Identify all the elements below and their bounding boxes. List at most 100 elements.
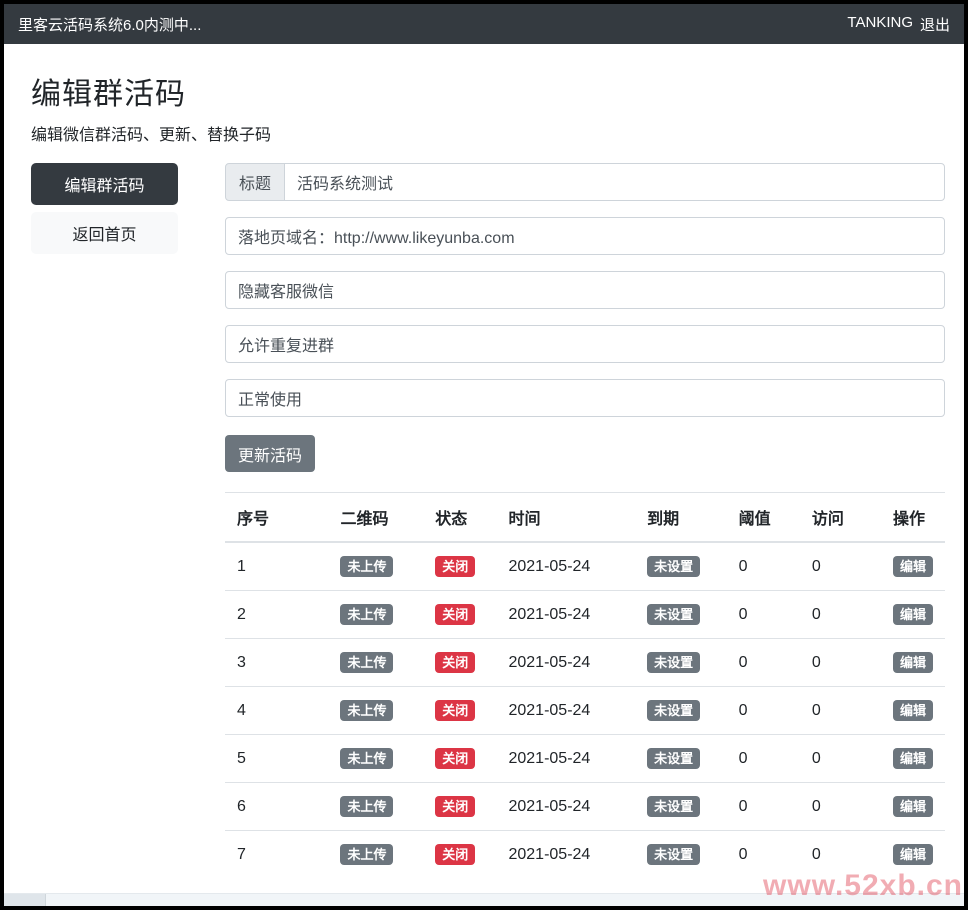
cell-actions: 编辑 bbox=[881, 783, 945, 831]
cell-threshold: 0 bbox=[727, 542, 800, 591]
cell-visits: 0 bbox=[800, 735, 881, 783]
cell-visits: 0 bbox=[800, 542, 881, 591]
cell-actions: 编辑 bbox=[881, 687, 945, 735]
cell-expire: 未设置 bbox=[635, 591, 726, 639]
sidebar-item-back-home[interactable]: 返回首页 bbox=[31, 212, 178, 254]
col-header-status: 状态 bbox=[423, 493, 496, 543]
watermark-text: www.52xb.cn bbox=[763, 869, 963, 903]
cell-expire: 未设置 bbox=[635, 831, 726, 879]
table-row: 3 未上传 关闭 2021-05-24 未设置 0 0 编辑 bbox=[225, 639, 945, 687]
status-badge: 关闭 bbox=[435, 556, 475, 577]
edit-button[interactable]: 编辑 bbox=[893, 748, 933, 769]
cell-seq: 1 bbox=[225, 542, 328, 591]
cell-time: 2021-05-24 bbox=[496, 542, 635, 591]
expire-badge: 未设置 bbox=[647, 844, 700, 865]
cell-time: 2021-05-24 bbox=[496, 639, 635, 687]
status-badge: 关闭 bbox=[435, 844, 475, 865]
col-header-threshold: 阈值 bbox=[727, 493, 800, 543]
edit-button[interactable]: 编辑 bbox=[893, 556, 933, 577]
table-row: 1 未上传 关闭 2021-05-24 未设置 0 0 编辑 bbox=[225, 542, 945, 591]
sidebar-item-edit-group-code[interactable]: 编辑群活码 bbox=[31, 163, 178, 205]
cell-time: 2021-05-24 bbox=[496, 783, 635, 831]
cell-actions: 编辑 bbox=[881, 639, 945, 687]
col-header-expire: 到期 bbox=[635, 493, 726, 543]
cell-status: 关闭 bbox=[423, 687, 496, 735]
cell-qrcode: 未上传 bbox=[328, 687, 423, 735]
subcode-table: 序号 二维码 状态 时间 到期 阈值 访问 操作 1 bbox=[225, 492, 945, 878]
cell-status: 关闭 bbox=[423, 831, 496, 879]
main-content: 编辑群活码 编辑微信群活码、更新、替换子码 编辑群活码 返回首页 标题 bbox=[4, 44, 964, 906]
cell-qrcode: 未上传 bbox=[328, 831, 423, 879]
cell-status: 关闭 bbox=[423, 542, 496, 591]
cell-time: 2021-05-24 bbox=[496, 687, 635, 735]
expire-badge: 未设置 bbox=[647, 652, 700, 673]
expire-badge: 未设置 bbox=[647, 556, 700, 577]
col-header-seq: 序号 bbox=[225, 493, 328, 543]
usage-status-input[interactable] bbox=[225, 379, 945, 417]
qr-upload-badge: 未上传 bbox=[340, 844, 393, 865]
cell-threshold: 0 bbox=[727, 687, 800, 735]
cell-seq: 7 bbox=[225, 831, 328, 879]
app-brand[interactable]: 里客云活码系统6.0内测中... bbox=[18, 14, 201, 35]
cell-time: 2021-05-24 bbox=[496, 591, 635, 639]
edit-button[interactable]: 编辑 bbox=[893, 844, 933, 865]
cell-qrcode: 未上传 bbox=[328, 639, 423, 687]
page-title: 编辑群活码 bbox=[31, 69, 945, 113]
col-header-visits: 访问 bbox=[800, 493, 881, 543]
status-badge: 关闭 bbox=[435, 604, 475, 625]
table-row: 6 未上传 关闭 2021-05-24 未设置 0 0 编辑 bbox=[225, 783, 945, 831]
update-code-button[interactable]: 更新活码 bbox=[225, 435, 315, 472]
status-badge: 关闭 bbox=[435, 700, 475, 721]
edit-button[interactable]: 编辑 bbox=[893, 652, 933, 673]
app-window: 里客云活码系统6.0内测中... TANKING 退出 编辑群活码 编辑微信群活… bbox=[4, 4, 964, 906]
form-column: 标题 更新活码 bbox=[225, 163, 945, 906]
table-row: 4 未上传 关闭 2021-05-24 未设置 0 0 编辑 bbox=[225, 687, 945, 735]
table-row: 5 未上传 关闭 2021-05-24 未设置 0 0 编辑 bbox=[225, 735, 945, 783]
cell-visits: 0 bbox=[800, 687, 881, 735]
cell-seq: 3 bbox=[225, 639, 328, 687]
expire-badge: 未设置 bbox=[647, 604, 700, 625]
qr-upload-badge: 未上传 bbox=[340, 652, 393, 673]
qr-upload-badge: 未上传 bbox=[340, 748, 393, 769]
title-input[interactable] bbox=[284, 163, 945, 201]
user-link[interactable]: TANKING bbox=[847, 14, 913, 35]
cell-visits: 0 bbox=[800, 783, 881, 831]
cell-time: 2021-05-24 bbox=[496, 735, 635, 783]
edit-button[interactable]: 编辑 bbox=[893, 700, 933, 721]
landing-domain-input[interactable] bbox=[225, 217, 945, 255]
cell-status: 关闭 bbox=[423, 735, 496, 783]
col-header-actions: 操作 bbox=[881, 493, 945, 543]
navbar-right: TANKING 退出 bbox=[847, 14, 950, 35]
cell-threshold: 0 bbox=[727, 735, 800, 783]
cell-visits: 0 bbox=[800, 591, 881, 639]
cell-seq: 2 bbox=[225, 591, 328, 639]
page-subtitle: 编辑微信群活码、更新、替换子码 bbox=[31, 121, 945, 145]
qr-upload-badge: 未上传 bbox=[340, 604, 393, 625]
cell-threshold: 0 bbox=[727, 639, 800, 687]
cell-qrcode: 未上传 bbox=[328, 542, 423, 591]
cell-actions: 编辑 bbox=[881, 735, 945, 783]
cell-seq: 4 bbox=[225, 687, 328, 735]
expire-badge: 未设置 bbox=[647, 700, 700, 721]
qr-upload-badge: 未上传 bbox=[340, 556, 393, 577]
expire-badge: 未设置 bbox=[647, 748, 700, 769]
cell-threshold: 0 bbox=[727, 783, 800, 831]
edit-button[interactable]: 编辑 bbox=[893, 796, 933, 817]
cell-expire: 未设置 bbox=[635, 783, 726, 831]
cell-time: 2021-05-24 bbox=[496, 831, 635, 879]
title-input-group: 标题 bbox=[225, 163, 945, 201]
cell-actions: 编辑 bbox=[881, 542, 945, 591]
sidebar: 编辑群活码 返回首页 bbox=[31, 163, 178, 254]
cell-expire: 未设置 bbox=[635, 639, 726, 687]
logout-link[interactable]: 退出 bbox=[920, 14, 950, 35]
cell-seq: 5 bbox=[225, 735, 328, 783]
table-row: 2 未上传 关闭 2021-05-24 未设置 0 0 编辑 bbox=[225, 591, 945, 639]
col-header-time: 时间 bbox=[496, 493, 635, 543]
cell-visits: 0 bbox=[800, 639, 881, 687]
edit-button[interactable]: 编辑 bbox=[893, 604, 933, 625]
top-navbar: 里客云活码系统6.0内测中... TANKING 退出 bbox=[4, 4, 964, 44]
scrollbar-thumb[interactable] bbox=[4, 894, 46, 906]
hide-service-wechat-input[interactable] bbox=[225, 271, 945, 309]
cell-status: 关闭 bbox=[423, 591, 496, 639]
allow-repeat-join-input[interactable] bbox=[225, 325, 945, 363]
